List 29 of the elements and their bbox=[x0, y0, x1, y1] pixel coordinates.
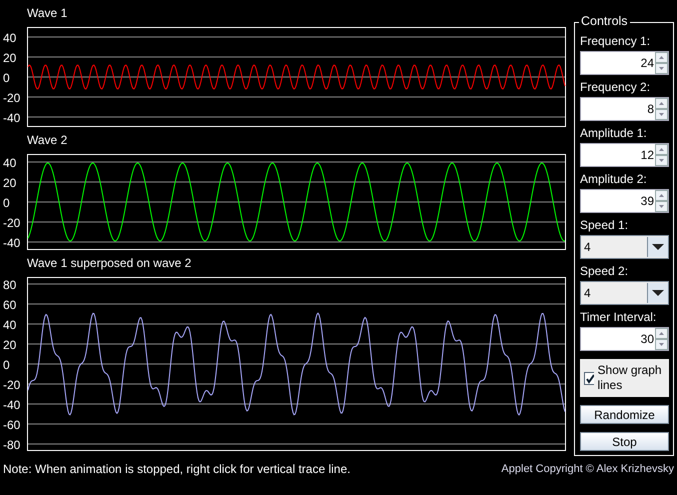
field-label: Speed 2: bbox=[580, 264, 628, 279]
number-spinner[interactable]: 39 bbox=[580, 189, 669, 213]
panel-title: Controls bbox=[579, 14, 630, 28]
field-label: Timer Interval: bbox=[580, 310, 656, 325]
graph-title: Wave 1 superposed on wave 2 bbox=[27, 255, 192, 272]
note-text: Note: When animation is stopped, right click for vertical trace line. bbox=[3, 462, 350, 476]
graph-title: Wave 2 bbox=[27, 132, 68, 149]
checkbox[interactable] bbox=[584, 372, 594, 384]
wave-graph: 40 20 0 -20 -40 bbox=[0, 154, 566, 250]
number-spinner[interactable]: 24 bbox=[580, 51, 669, 75]
dropdown[interactable]: 4 bbox=[580, 235, 669, 259]
number-spinner[interactable]: 8 bbox=[580, 97, 669, 121]
graph-lines-option[interactable]: Show graph lines bbox=[580, 359, 669, 397]
dropdown[interactable]: 4 bbox=[580, 281, 669, 305]
wave-graph: 40 20 0 -20 -40 bbox=[0, 27, 566, 127]
action-button[interactable]: Randomize bbox=[580, 405, 669, 424]
number-spinner[interactable]: 30 bbox=[580, 327, 669, 351]
field-label: Speed 1: bbox=[580, 218, 628, 233]
field-label: Amplitude 1: bbox=[580, 126, 647, 141]
action-button[interactable]: Stop bbox=[580, 432, 669, 451]
field-label: Frequency 2: bbox=[580, 80, 650, 95]
field-label: Amplitude 2: bbox=[580, 172, 647, 187]
graph-title: Wave 1 bbox=[27, 5, 68, 22]
number-spinner[interactable]: 12 bbox=[580, 143, 669, 167]
field-label: Frequency 1: bbox=[580, 34, 650, 49]
dropdown-arrow-icon[interactable] bbox=[647, 283, 668, 303]
copyright-text: Applet Copyright © Alex Krizhevsky bbox=[501, 463, 674, 475]
wave-graph: 80 60 40 20 0 -20 -40 -60 -80 bbox=[0, 277, 566, 451]
dropdown-arrow-icon[interactable] bbox=[647, 237, 668, 257]
